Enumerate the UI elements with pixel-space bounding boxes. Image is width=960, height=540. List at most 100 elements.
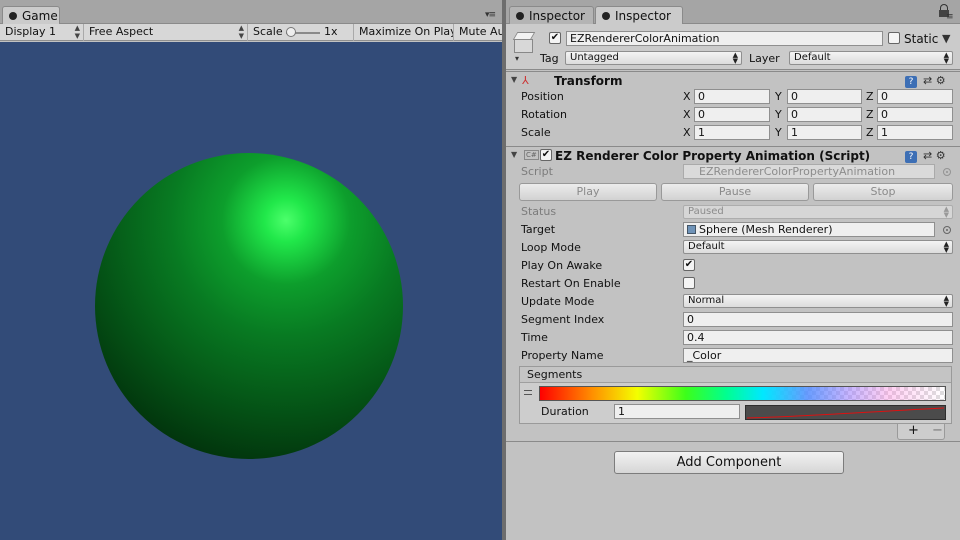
inspector-tabbar: Inspector Inspector ≡ xyxy=(506,0,960,24)
scale-slider-knob[interactable] xyxy=(286,27,296,37)
script-enabled-checkbox[interactable]: ✔ xyxy=(540,149,552,161)
status-label: Status xyxy=(521,205,557,218)
object-name-field[interactable]: EZRendererColorAnimation xyxy=(566,31,883,46)
play-on-awake-checkbox[interactable]: ✔ xyxy=(683,259,695,271)
scale-x-field[interactable]: 1 xyxy=(694,125,770,140)
play-on-awake-label: Play On Awake xyxy=(521,259,603,272)
stop-button[interactable]: Stop xyxy=(813,183,953,201)
game-viewport[interactable] xyxy=(0,42,502,540)
update-mode-dropdown[interactable]: Normal ▲ ▼ xyxy=(683,294,953,308)
transform-icon: ⅄ xyxy=(522,74,529,87)
tab-inspector-1-label: Inspector xyxy=(529,9,585,23)
curve-line xyxy=(746,407,945,419)
duration-label: Duration xyxy=(541,405,589,418)
target-field[interactable]: Sphere (Mesh Renderer) xyxy=(683,222,935,237)
transform-header[interactable]: ▼ ⅄ Transform ? ⇄ ⚙ xyxy=(506,71,960,89)
inspector-panel: Inspector Inspector ≡ ▾ ✔ EZRendererColo… xyxy=(506,0,960,540)
maximize-on-play-toggle[interactable]: Maximize On Play xyxy=(354,24,454,41)
restart-on-enable-checkbox[interactable] xyxy=(683,277,695,289)
position-x-field[interactable]: 0 xyxy=(694,89,770,104)
tab-game-label: Game xyxy=(22,9,58,23)
position-label: Position xyxy=(521,90,564,103)
mute-label: Mute Au xyxy=(459,25,502,38)
scale-label: Scale xyxy=(521,126,551,139)
tag-dropdown[interactable]: Untagged ▲ ▼ xyxy=(565,51,742,65)
gameobject-header: ▾ ✔ EZRendererColorAnimation Static ▼ Ta… xyxy=(506,24,960,70)
updown-arrow-icon: ▲ ▼ xyxy=(943,51,949,65)
script-label: Script xyxy=(521,165,553,178)
fold-arrow-icon[interactable]: ▼ xyxy=(511,75,517,84)
display-dropdown[interactable]: Display 1 ▲ ▼ xyxy=(0,24,84,41)
help-icon[interactable]: ? xyxy=(905,151,917,163)
transform-title: Transform xyxy=(554,74,623,88)
active-checkbox[interactable]: ✔ xyxy=(549,32,561,44)
add-segment-button[interactable]: + xyxy=(908,424,919,438)
help-icon[interactable]: ? xyxy=(905,76,917,88)
game-icon xyxy=(9,12,17,20)
remove-segment-button[interactable]: − xyxy=(932,424,943,438)
settings-icon[interactable]: ⇄ ⚙ xyxy=(923,74,946,87)
rotation-z-field[interactable]: 0 xyxy=(877,107,953,122)
aspect-dropdown[interactable]: Free Aspect ▲ ▼ xyxy=(84,24,248,41)
status-dropdown: Paused ▲ ▼ xyxy=(683,205,953,219)
color-gradient-field[interactable] xyxy=(539,386,946,401)
inspector-menu-icon[interactable]: ≡ xyxy=(946,12,953,22)
play-button[interactable]: Play xyxy=(519,183,657,201)
loop-mode-label: Loop Mode xyxy=(521,241,581,254)
status-value: Paused xyxy=(688,206,724,217)
duration-field[interactable]: 1 xyxy=(614,404,740,419)
add-component-button[interactable]: Add Component xyxy=(614,451,844,474)
time-field[interactable]: 0.4 xyxy=(683,330,953,345)
tab-inspector-1[interactable]: Inspector xyxy=(509,6,594,24)
drag-handle-icon[interactable] xyxy=(524,390,532,395)
rotation-x-field[interactable]: 0 xyxy=(694,107,770,122)
pause-button[interactable]: Pause xyxy=(661,183,809,201)
static-dropdown-arrow-icon[interactable]: ▼ xyxy=(942,32,950,45)
axis-z-label: Z xyxy=(866,108,874,121)
update-mode-label: Update Mode xyxy=(521,295,595,308)
mute-audio-toggle[interactable]: Mute Au xyxy=(454,24,502,41)
scale-y-field[interactable]: 1 xyxy=(787,125,862,140)
rotation-y-field[interactable]: 0 xyxy=(787,107,862,122)
info-icon xyxy=(602,12,610,20)
updown-arrow-icon: ▲ ▼ xyxy=(732,51,738,65)
static-label: Static xyxy=(904,32,939,46)
object-picker-icon xyxy=(943,168,951,176)
tab-inspector-2[interactable]: Inspector xyxy=(595,6,683,24)
settings-icon[interactable]: ⇄ ⚙ xyxy=(923,149,946,162)
tab-game[interactable]: Game xyxy=(2,6,60,24)
scale-z-field[interactable]: 1 xyxy=(877,125,953,140)
script-field: EZRendererColorPropertyAnimation xyxy=(683,164,935,179)
property-name-label: Property Name xyxy=(521,349,604,362)
info-icon xyxy=(516,12,524,20)
cube-icon[interactable] xyxy=(512,32,536,54)
static-checkbox[interactable] xyxy=(888,32,900,44)
axis-z-label: Z xyxy=(866,90,874,103)
axis-x-label: X xyxy=(683,126,691,139)
loop-mode-value: Default xyxy=(688,241,725,252)
loop-mode-dropdown[interactable]: Default ▲ ▼ xyxy=(683,240,953,254)
animation-curve-field[interactable] xyxy=(745,405,946,420)
segments-header: Segments xyxy=(520,367,951,383)
object-picker-icon[interactable] xyxy=(943,226,951,234)
property-name-field[interactable]: _Color xyxy=(683,348,953,363)
script-component-header[interactable]: ▼ C# ✔ EZ Renderer Color Property Animat… xyxy=(506,146,960,164)
position-z-field[interactable]: 0 xyxy=(877,89,953,104)
axis-y-label: Y xyxy=(775,108,782,121)
tag-value: Untagged xyxy=(570,52,619,63)
updown-arrow-icon: ▲ ▼ xyxy=(943,240,949,254)
script-title: EZ Renderer Color Property Animation (Sc… xyxy=(555,149,871,163)
maximize-label: Maximize On Play xyxy=(359,25,454,38)
display-label: Display 1 xyxy=(5,25,57,38)
update-mode-value: Normal xyxy=(688,295,725,306)
panel-menu-icon[interactable]: ▾≡ xyxy=(485,10,496,20)
tag-label: Tag xyxy=(540,52,559,65)
position-y-field[interactable]: 0 xyxy=(787,89,862,104)
updown-arrow-icon: ▲ ▼ xyxy=(943,205,949,219)
list-add-remove: + − xyxy=(897,424,945,440)
scale-value: 1x xyxy=(324,25,338,38)
segment-index-field[interactable]: 0 xyxy=(683,312,953,327)
fold-arrow-icon[interactable]: ▼ xyxy=(511,150,517,159)
updown-arrow-icon: ▲ ▼ xyxy=(74,24,80,40)
layer-dropdown[interactable]: Default ▲ ▼ xyxy=(789,51,953,65)
